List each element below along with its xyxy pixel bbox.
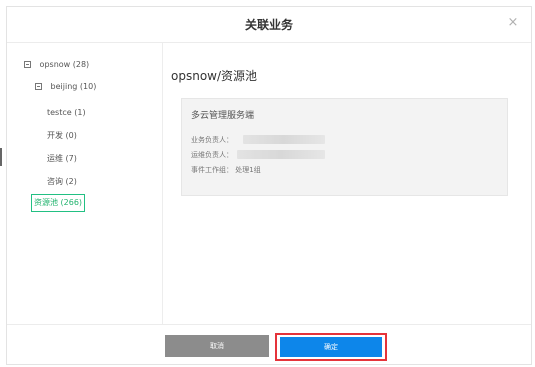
service-info-card: 多云管理服务端 业务负责人： 运维负责人： 事件工作组： 处理1组	[181, 98, 508, 196]
tree-item-label: 运维 (7)	[47, 154, 77, 163]
tree-item-label: beijing (10)	[50, 82, 97, 91]
dialog-header: 关联业务 ×	[7, 7, 531, 43]
tree-item-label: 开发 (0)	[47, 131, 77, 140]
tree-item-operations[interactable]: 运维 (7)	[47, 153, 77, 165]
tree-item-label: 咨询 (2)	[47, 177, 77, 186]
tree-item-testce[interactable]: testce (1)	[47, 107, 86, 119]
business-tree: opsnow (28) beijing (10) testce (1) 开发 (…	[7, 43, 163, 324]
detail-panel: opsnow/资源池 多云管理服务端 业务负责人： 运维负责人： 事件工作组： …	[164, 43, 531, 324]
confirm-button-highlight: 确定	[275, 333, 387, 361]
incident-group-row: 事件工作组： 处理1组	[191, 165, 261, 175]
tree-item-label: 资源池 (266)	[34, 198, 83, 207]
page: 关联业务 × opsnow (28) beijing (10) testce (…	[0, 0, 535, 367]
tree-item-label: testce (1)	[47, 108, 86, 117]
service-card-title: 多云管理服务端	[191, 111, 255, 121]
business-owner-row: 业务负责人：	[191, 135, 233, 145]
dialog-footer: 取消 确定	[7, 324, 531, 364]
incident-group-value: 处理1组	[235, 166, 261, 174]
dialog-title: 关联业务	[244, 18, 293, 32]
close-icon[interactable]: ×	[505, 15, 521, 31]
associate-business-dialog: 关联业务 × opsnow (28) beijing (10) testce (…	[6, 6, 532, 365]
business-owner-masked-value	[243, 135, 325, 144]
incident-group-label: 事件工作组：	[191, 166, 233, 174]
tree-item-beijing[interactable]: beijing (10)	[35, 81, 96, 93]
tree-item-opsnow[interactable]: opsnow (28)	[24, 59, 89, 71]
business-path-title: opsnow/资源池	[171, 69, 258, 83]
tree-item-label: opsnow (28)	[39, 60, 90, 69]
ops-owner-masked-value	[237, 150, 325, 159]
confirm-button[interactable]: 确定	[280, 337, 382, 357]
ops-owner-row: 运维负责人：	[191, 150, 233, 160]
business-owner-label: 业务负责人：	[191, 136, 233, 144]
ops-owner-label: 运维负责人：	[191, 151, 233, 159]
collapse-square-icon[interactable]	[35, 83, 42, 90]
tree-item-development[interactable]: 开发 (0)	[47, 130, 77, 142]
collapse-square-icon[interactable]	[24, 61, 31, 68]
tree-item-consulting[interactable]: 咨询 (2)	[47, 176, 77, 188]
cancel-button[interactable]: 取消	[165, 335, 269, 357]
tree-item-resource-pool[interactable]: 资源池 (266)	[31, 194, 86, 212]
left-edge-mark	[0, 148, 2, 166]
